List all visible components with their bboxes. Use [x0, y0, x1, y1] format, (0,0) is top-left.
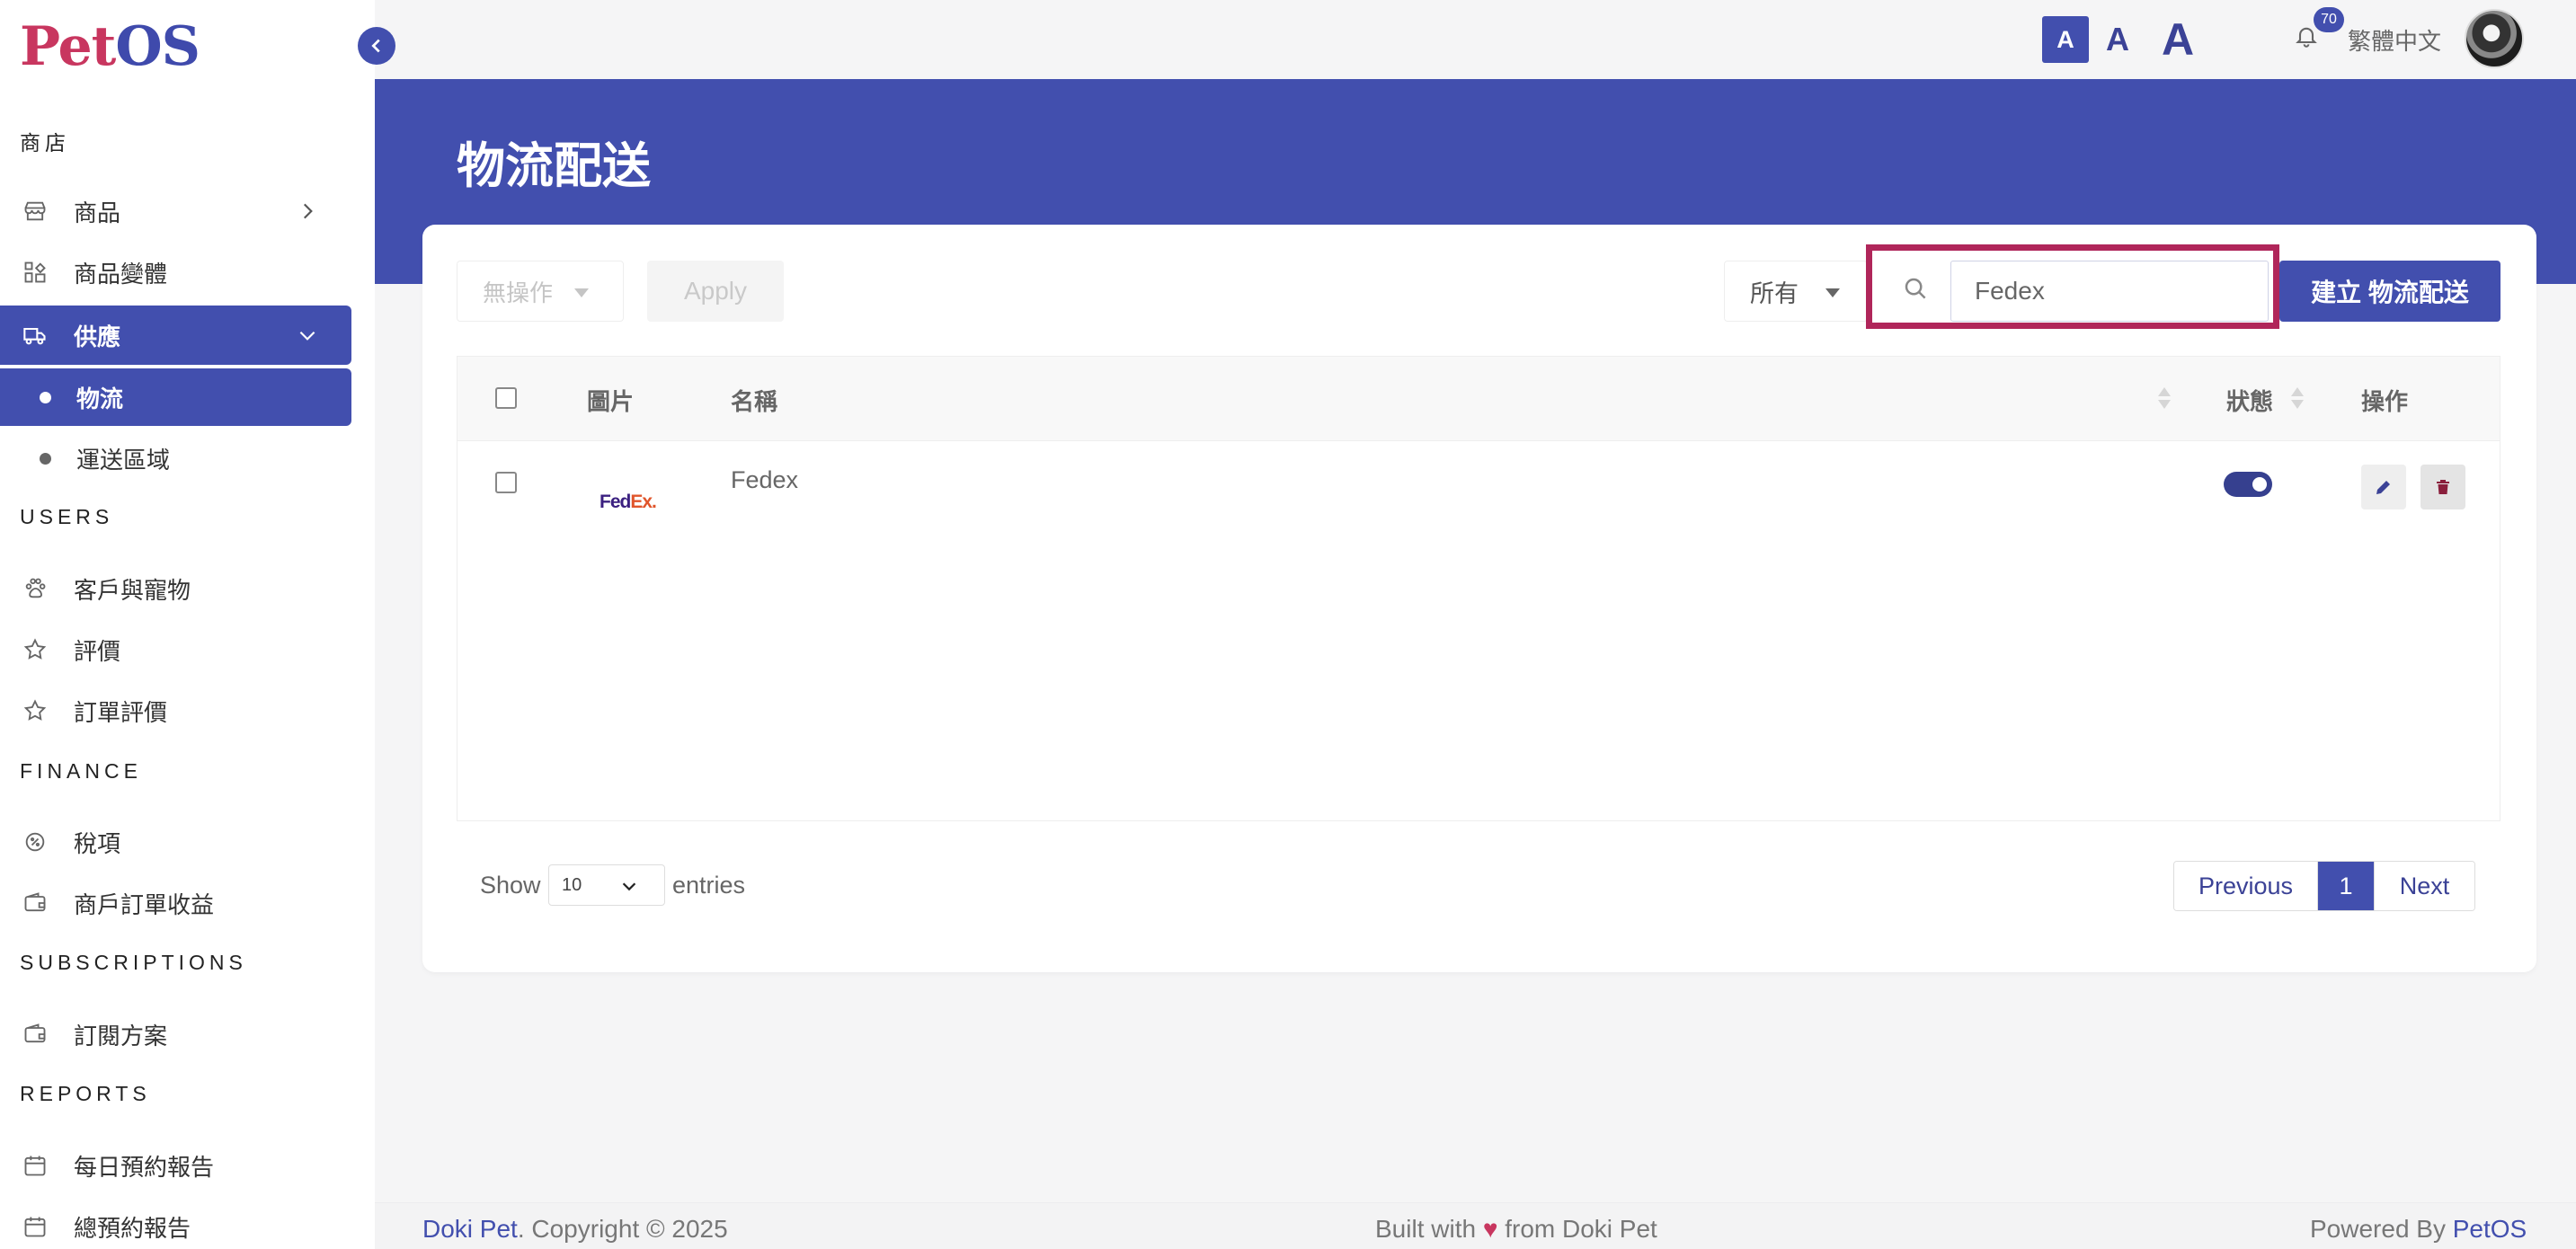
- page-length-select[interactable]: 10: [548, 864, 665, 906]
- sidebar-item-tax[interactable]: 稅項: [0, 812, 351, 872]
- bullet-dot-icon: [40, 452, 51, 465]
- bullet-dot-icon: [40, 391, 51, 403]
- footer-powered-by: Powered By PetOS: [2310, 1215, 2527, 1243]
- logistics-table: 圖片 名稱 狀態 操作 FedEx. Fedex: [457, 356, 2500, 821]
- sidebar-item-shipping-zones[interactable]: 運送區域: [0, 430, 351, 487]
- footer-petos-link[interactable]: PetOS: [2453, 1215, 2527, 1243]
- footer-brand-link[interactable]: Doki Pet: [422, 1215, 518, 1243]
- sidebar-item-daily-report[interactable]: 每日預約報告: [0, 1136, 351, 1195]
- sidebar-item-reviews[interactable]: 評價: [0, 620, 351, 679]
- fedex-logo-image: FedEx.: [600, 492, 657, 512]
- calendar-icon: [22, 1213, 49, 1240]
- truck-icon: [22, 322, 49, 349]
- sidebar-item-label: 評價: [74, 637, 121, 665]
- sidebar-item-label: 訂閱方案: [74, 1022, 168, 1050]
- section-title-reports: REPORTS: [20, 1082, 151, 1105]
- section-title-shop: 商店: [20, 131, 70, 155]
- sidebar-item-label: 商戶訂單收益: [74, 890, 215, 918]
- heart-icon: ♥: [1482, 1215, 1498, 1243]
- sort-icon[interactable]: [2158, 387, 2171, 411]
- sidebar-item-label: 物流: [76, 385, 124, 412]
- sidebar-item-customers-pets[interactable]: 客戶與寵物: [0, 559, 351, 618]
- sidebar-item-label: 總預約報告: [74, 1214, 191, 1242]
- tax-badge-icon: [22, 828, 49, 855]
- section-title-users: USERS: [20, 505, 114, 528]
- sidebar-item-label: 訂單評價: [74, 698, 168, 726]
- trash-icon: [2437, 480, 2449, 494]
- column-header-name[interactable]: 名稱: [731, 384, 777, 417]
- star-icon: [22, 697, 49, 724]
- sidebar-item-merchant-revenue[interactable]: 商戶訂單收益: [0, 873, 351, 933]
- row-name: Fedex: [731, 466, 799, 493]
- section-title-finance: FINANCE: [20, 759, 142, 783]
- search-icon: [1902, 275, 1931, 304]
- section-title-subscriptions: SUBSCRIPTIONS: [20, 951, 247, 974]
- page-1-button[interactable]: 1: [2318, 862, 2374, 910]
- notification-count-badge: 70: [2314, 7, 2344, 32]
- status-toggle[interactable]: [2224, 472, 2272, 497]
- footer-built-with: Built with ♥ from Doki Pet: [1375, 1215, 1657, 1243]
- paw-icon: [22, 575, 49, 602]
- chevron-right-icon: [296, 199, 319, 223]
- previous-page-button[interactable]: Previous: [2174, 862, 2318, 910]
- petos-logo[interactable]: Pet OS: [20, 14, 200, 79]
- sidebar-item-label: 運送區域: [76, 446, 171, 474]
- page-title: 物流配送: [457, 139, 651, 193]
- sidebar-item-total-report[interactable]: 總預約報告: [0, 1197, 351, 1249]
- variants-icon: [22, 259, 49, 286]
- sort-icon[interactable]: [2291, 387, 2304, 411]
- edit-button[interactable]: [2361, 465, 2406, 509]
- caret-down-icon: [574, 288, 589, 297]
- sidebar-item-supply[interactable]: 供應: [0, 306, 351, 365]
- pagination: Previous 1 Next: [2173, 861, 2475, 911]
- language-selector[interactable]: 繁體中文: [2348, 23, 2441, 57]
- entries-label: entries: [672, 872, 746, 899]
- footer-copyright: Doki Pet. Copyright © 2025: [422, 1215, 728, 1243]
- sidebar-item-label: 供應: [74, 323, 121, 350]
- sidebar-item-logistics[interactable]: 物流: [0, 368, 351, 426]
- font-size-large-button[interactable]: A: [2146, 14, 2209, 65]
- pencil-icon: [2376, 481, 2390, 494]
- wallet-icon: [22, 890, 49, 917]
- select-all-checkbox[interactable]: [495, 387, 517, 409]
- column-header-actions: 操作: [2361, 388, 2409, 415]
- sidebar-item-products[interactable]: 商品: [0, 182, 351, 241]
- status-filter-select[interactable]: 所有: [1724, 261, 1868, 322]
- create-logistics-button[interactable]: 建立 物流配送: [2279, 261, 2500, 322]
- sidebar-item-order-reviews[interactable]: 訂單評價: [0, 681, 351, 740]
- column-header-status[interactable]: 狀態: [2226, 384, 2273, 417]
- chevron-left-icon: [371, 39, 380, 53]
- font-size-medium-button[interactable]: A: [2089, 16, 2146, 63]
- column-header-image: 圖片: [587, 388, 635, 415]
- sidebar-item-variants[interactable]: 商品變體: [0, 243, 351, 302]
- sidebar-item-label: 商品變體: [74, 260, 168, 288]
- wallet-icon: [22, 1021, 49, 1048]
- store-icon: [22, 198, 49, 225]
- row-checkbox[interactable]: [495, 472, 517, 493]
- avatar[interactable]: [2465, 9, 2524, 68]
- show-label: Show: [480, 872, 541, 899]
- sidebar-item-label: 每日預約報告: [74, 1153, 215, 1181]
- next-page-button[interactable]: Next: [2374, 862, 2474, 910]
- sidebar-item-label: 客戶與寵物: [74, 576, 191, 604]
- delete-button[interactable]: [2421, 465, 2465, 509]
- sidebar-item-label: 稅項: [74, 829, 121, 857]
- caret-down-icon: [1825, 288, 1840, 297]
- chevron-down-icon: [296, 323, 319, 347]
- apply-button[interactable]: Apply: [647, 261, 784, 322]
- table-header: 圖片 名稱 狀態 操作: [457, 357, 2500, 441]
- font-size-small-button[interactable]: A: [2042, 16, 2089, 63]
- sidebar: Pet OS 商店 商品 商品變體 供應 物流 運送區域 USERS 客戶與寵物…: [0, 0, 375, 1249]
- bulk-action-select[interactable]: 無操作: [457, 261, 624, 322]
- star-icon: [22, 636, 49, 663]
- search-input[interactable]: [1950, 261, 2269, 322]
- font-size-switcher: A A A: [2042, 14, 2209, 65]
- sidebar-item-plans[interactable]: 訂閱方案: [0, 1005, 351, 1064]
- chevron-down-icon: [619, 876, 639, 896]
- calendar-icon: [22, 1152, 49, 1179]
- sidebar-item-label: 商品: [74, 199, 121, 226]
- sidebar-collapse-button[interactable]: [358, 27, 395, 65]
